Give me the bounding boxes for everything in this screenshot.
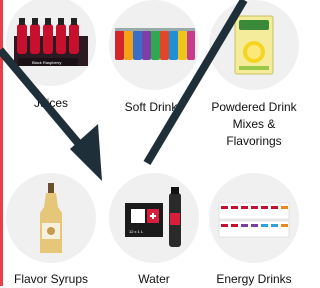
- juice-pack-text: Black Raspberry: [32, 60, 61, 65]
- category-label: Water: [138, 272, 170, 286]
- water-pack-text: 12 x 1 L: [129, 229, 144, 234]
- energy-drink-cans-icon: [218, 202, 290, 238]
- syrup-bottle-icon: [40, 183, 62, 253]
- soda-cans-icon: [115, 28, 195, 60]
- category-tile-powdered-drink-mixes[interactable]: Powdered Drink Mixes & Flavorings: [203, 0, 305, 150]
- category-image-powdered-drink-mixes: [209, 0, 299, 90]
- lemonade-mix-box-icon: [234, 15, 274, 75]
- category-label: Soft Drinks: [124, 100, 184, 114]
- category-tile-soft-drinks[interactable]: Soft Drinks: [103, 0, 205, 116]
- water-bottle-pack-icon: 12 x 1 L: [125, 187, 181, 247]
- category-image-soft-drinks: [109, 0, 199, 90]
- category-image-energy-drinks: [209, 173, 299, 263]
- category-label: Energy Drinks: [216, 272, 292, 286]
- category-image-water: 12 x 1 L: [109, 173, 199, 263]
- category-label: Flavor Syrups: [13, 272, 89, 286]
- category-label: Juices: [33, 96, 68, 110]
- category-image-juices: Black Raspberry: [6, 0, 96, 86]
- category-tile-water[interactable]: 12 x 1 L Water: [103, 173, 205, 288]
- category-tile-flavor-syrups[interactable]: Flavor Syrups: [0, 173, 102, 288]
- category-tile-juices[interactable]: Black Raspberry Juices: [0, 0, 102, 112]
- category-label: Powdered Drink Mixes & Flavorings: [211, 100, 297, 148]
- juice-bottles-icon: Black Raspberry: [14, 18, 88, 66]
- category-image-flavor-syrups: [6, 173, 96, 263]
- category-tile-energy-drinks[interactable]: Energy Drinks: [203, 173, 305, 288]
